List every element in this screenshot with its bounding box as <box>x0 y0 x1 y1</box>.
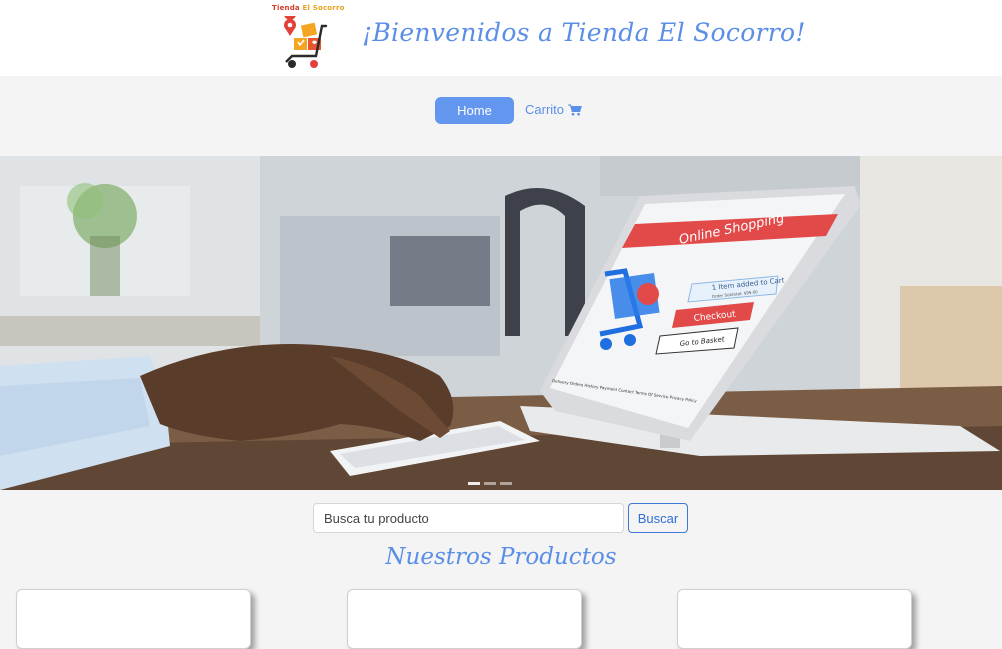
carousel-indicator-3[interactable] <box>500 482 512 485</box>
product-card[interactable] <box>677 589 912 649</box>
search-button[interactable]: Buscar <box>628 503 688 533</box>
products-title: Nuestros Productos <box>385 544 617 570</box>
cart-link-label: Carrito <box>525 102 565 117</box>
carousel-indicator-2[interactable] <box>484 482 496 485</box>
search-input[interactable] <box>313 503 624 533</box>
search-bar: Buscar <box>313 503 688 533</box>
site-header: Tienda El Socorro ¡Bienvenidos a Tienda … <box>0 0 1002 76</box>
carousel-indicator-1[interactable] <box>468 482 480 485</box>
shopping-cart-icon <box>568 104 583 115</box>
cart-logo-icon <box>284 16 328 68</box>
main-nav: Home Carrito <box>0 76 1002 156</box>
hero-banner: Online Shopping 1 Item added to Cart Ord… <box>0 156 1002 490</box>
store-logo[interactable]: Tienda El Socorro <box>272 4 344 70</box>
cart-link[interactable]: Carrito <box>525 102 583 117</box>
hero-image: Online Shopping 1 Item added to Cart Ord… <box>0 156 1002 490</box>
site-title: ¡Bienvenidos a Tienda El Socorro! <box>362 18 806 47</box>
product-card[interactable] <box>16 589 251 649</box>
logo-text: Tienda El Socorro <box>272 4 345 12</box>
product-card[interactable] <box>347 589 582 649</box>
home-button[interactable]: Home <box>435 97 514 124</box>
